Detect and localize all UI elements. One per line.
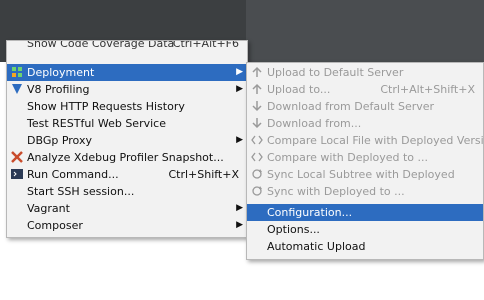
menu-item-label: Compare with Deployed to ... (267, 151, 429, 164)
submenu-item-options[interactable]: Options... (247, 221, 483, 238)
menu-item-label: Start SSH session... (27, 185, 135, 198)
submenu-item-compare-deployed[interactable]: Compare with Deployed to ... (247, 149, 483, 166)
menu-item-show-code-coverage[interactable]: Show Code Coverage Data Ctrl+Alt+F6 (7, 40, 247, 52)
upload-icon (251, 83, 263, 95)
submenu-item-configuration[interactable]: Configuration... (247, 204, 483, 221)
menu-item-label: Sync with Deployed to ... (267, 185, 405, 198)
menu-item-shortcut: Ctrl+Alt+Shift+X (380, 83, 475, 96)
menu-item-deployment[interactable]: Deployment ▶ (7, 64, 247, 81)
compare-icon (251, 134, 263, 146)
deployment-submenu: Upload to Default Server Upload to... Ct… (246, 62, 484, 260)
menu-item-label: Upload to Default Server (267, 66, 404, 79)
submenu-arrow-icon: ▶ (236, 67, 243, 77)
submenu-arrow-icon: ▶ (236, 203, 243, 213)
submenu-item-automatic-upload[interactable]: Automatic Upload (247, 238, 483, 255)
menu-item-label: Show HTTP Requests History (27, 100, 185, 113)
menu-item-run-command[interactable]: Run Command... Ctrl+Shift+X (7, 166, 247, 183)
menu-item-dbgp-proxy[interactable]: DBGp Proxy ▶ (7, 132, 247, 149)
xdebug-icon (11, 151, 23, 163)
tools-menu: Show Code Coverage Data Ctrl+Alt+F6 Depl… (6, 40, 248, 238)
upload-icon (251, 66, 263, 78)
submenu-item-compare-local[interactable]: Compare Local File with Deployed Version (247, 132, 483, 149)
submenu-item-sync-local[interactable]: Sync Local Subtree with Deployed (247, 166, 483, 183)
download-icon (251, 117, 263, 129)
menu-item-label: DBGp Proxy (27, 134, 92, 147)
menu-item-label: Test RESTful Web Service (27, 117, 166, 130)
deployment-icon (11, 66, 23, 78)
menu-item-label: Download from... (267, 117, 362, 130)
menu-item-label: Options... (267, 223, 320, 236)
submenu-arrow-icon: ▶ (236, 84, 243, 94)
menu-item-shortcut: Ctrl+Alt+F6 (172, 40, 239, 50)
v8-icon (11, 83, 23, 95)
menu-item-vagrant[interactable]: Vagrant ▶ (7, 200, 247, 217)
ide-editor-background (246, 0, 484, 62)
submenu-arrow-icon: ▶ (236, 220, 243, 230)
menu-item-label: Analyze Xdebug Profiler Snapshot... (27, 151, 224, 164)
submenu-item-download-default[interactable]: Download from Default Server (247, 98, 483, 115)
terminal-icon (11, 168, 23, 180)
menu-item-label: Deployment (27, 66, 95, 79)
menu-item-label: Sync Local Subtree with Deployed (267, 168, 455, 181)
menu-item-label: Composer (27, 219, 83, 232)
submenu-item-sync-deployed[interactable]: Sync with Deployed to ... (247, 183, 483, 200)
menu-item-label: Vagrant (27, 202, 70, 215)
submenu-item-upload-default[interactable]: Upload to Default Server (247, 64, 483, 81)
menu-item-label: Automatic Upload (267, 240, 366, 253)
menu-item-start-ssh[interactable]: Start SSH session... (7, 183, 247, 200)
submenu-arrow-icon: ▶ (236, 135, 243, 145)
submenu-item-upload-to[interactable]: Upload to... Ctrl+Alt+Shift+X (247, 81, 483, 98)
menu-item-label: Upload to... (267, 83, 331, 96)
menu-item-shortcut: Ctrl+Shift+X (168, 168, 239, 181)
menu-item-v8-profiling[interactable]: V8 Profiling ▶ (7, 81, 247, 98)
menu-item-analyze-xdebug[interactable]: Analyze Xdebug Profiler Snapshot... (7, 149, 247, 166)
menu-item-label: V8 Profiling (27, 83, 90, 96)
submenu-item-download-from[interactable]: Download from... (247, 115, 483, 132)
menu-item-label: Run Command... (27, 168, 119, 181)
menu-item-test-restful[interactable]: Test RESTful Web Service (7, 115, 247, 132)
menu-item-label: Configuration... (267, 206, 353, 219)
menu-item-composer[interactable]: Composer ▶ (7, 217, 247, 234)
menu-item-label: Compare Local File with Deployed Version (267, 134, 484, 147)
download-icon (251, 100, 263, 112)
menu-item-http-history[interactable]: Show HTTP Requests History (7, 98, 247, 115)
menu-item-label: Download from Default Server (267, 100, 435, 113)
menu-item-label: Show Code Coverage Data (27, 40, 175, 50)
sync-icon (251, 185, 263, 197)
compare-icon (251, 151, 263, 163)
sync-icon (251, 168, 263, 180)
